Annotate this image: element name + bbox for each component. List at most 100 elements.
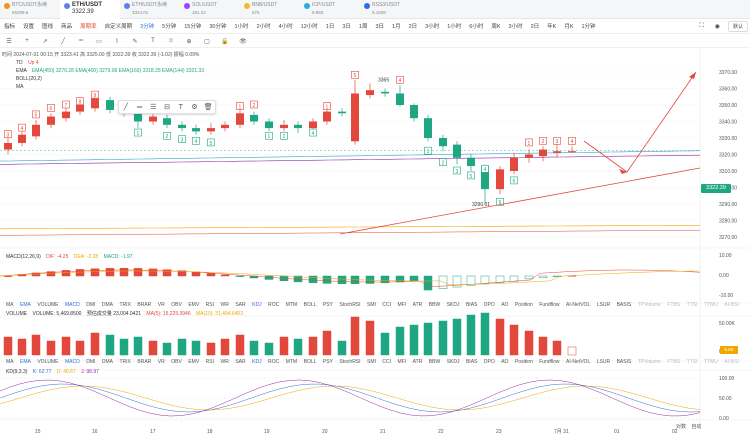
indicator-tab-ttsi[interactable]: TTSI xyxy=(687,359,698,365)
draw-tool-2-icon[interactable]: ↗ xyxy=(36,38,54,45)
toolbar-item-6[interactable]: 3分钟 xyxy=(136,22,158,30)
candle-body[interactable] xyxy=(250,114,258,122)
candle-body[interactable] xyxy=(106,100,114,110)
indicator-tab-boll[interactable]: BOLL xyxy=(304,359,317,365)
indicator-tab-macd[interactable]: MACD xyxy=(65,359,80,365)
indicator-tab-cci[interactable]: CCI xyxy=(382,359,391,365)
candle-body[interactable] xyxy=(553,151,561,153)
indicator-tab-ttsi[interactable]: TTSI xyxy=(687,302,698,308)
toolbar-item-13[interactable]: 12小时 xyxy=(297,22,322,30)
candle-body[interactable] xyxy=(381,91,389,94)
candle-body[interactable] xyxy=(294,124,302,129)
candle-body[interactable] xyxy=(467,157,475,167)
macd-label[interactable]: MACD(12,26,9) xyxy=(6,254,41,260)
indicator-tab-bbw[interactable]: BBW xyxy=(429,302,440,308)
indicator-tab-boll[interactable]: BOLL xyxy=(304,302,317,308)
boll-label[interactable]: BOLL(20,2) xyxy=(16,76,42,83)
ticker-5[interactable]: ICP/USDT 9.883 xyxy=(300,0,360,19)
toolbar-item-21[interactable]: 1小时 xyxy=(443,22,465,30)
toolbar-item-18[interactable]: 1月 xyxy=(388,22,405,30)
indicator-tab-dpo[interactable]: DPO xyxy=(484,302,495,308)
indicator-tab-dmi[interactable]: DMI xyxy=(86,302,95,308)
indicator-tab-ai-bsi[interactable]: AI-BSI xyxy=(724,359,738,365)
indicator-tab-dpo[interactable]: DPO xyxy=(484,359,495,365)
indicator-tab-ema[interactable]: EMA xyxy=(20,359,31,365)
ticker-1[interactable]: ETH/USDT 3322.39 xyxy=(60,0,120,19)
toolbar-item-11[interactable]: 2小时 xyxy=(253,22,275,30)
candle-body[interactable] xyxy=(265,121,273,129)
indicator-tab-volume[interactable]: VOLUME xyxy=(37,359,58,365)
candle-body[interactable] xyxy=(280,124,288,129)
indicator-tab-position[interactable]: Position xyxy=(515,302,533,308)
indicator-tab-volume[interactable]: VOLUME xyxy=(37,302,58,308)
indicator-tab-lsur[interactable]: LSUR xyxy=(597,302,610,308)
candle-body[interactable] xyxy=(163,118,171,125)
draw-tool-1-icon[interactable]: + xyxy=(18,38,36,44)
indicator-tab-fundflow[interactable]: Fundflow xyxy=(539,359,559,365)
log-scale-toggle[interactable]: 对数 xyxy=(676,424,686,430)
chart-canvas[interactable]: 3370.003360.003350.003340.003330.003320.… xyxy=(0,48,750,435)
indicator-tab-ema[interactable]: EMA xyxy=(20,302,31,308)
draw-tool-8-icon[interactable]: T xyxy=(144,38,162,44)
candle-body[interactable] xyxy=(134,113,142,122)
toolbar-item-8[interactable]: 15分钟 xyxy=(180,22,205,30)
indicator-tab-emv[interactable]: EMV xyxy=(188,359,199,365)
settings-icon[interactable]: ⚙ xyxy=(188,103,202,111)
draw-tool-11-icon[interactable]: ▢ xyxy=(198,38,216,45)
indicator-tab-tpvolume[interactable]: TPVolume xyxy=(638,302,661,308)
lock-icon[interactable]: ⊟ xyxy=(160,103,174,111)
auto-scale-toggle[interactable]: 自动 xyxy=(691,424,701,430)
candle-body[interactable] xyxy=(351,93,359,142)
candle-body[interactable] xyxy=(396,93,404,105)
candle-body[interactable] xyxy=(76,105,84,112)
toolbar-item-28[interactable]: 1分钟 xyxy=(577,22,599,30)
draw-tool-0-icon[interactable]: ☰ xyxy=(0,38,18,45)
indicator-tab-rsi[interactable]: RSI xyxy=(206,359,214,365)
candle-body[interactable] xyxy=(91,98,99,109)
drawing-float-toolbar[interactable]: ╱ ═ ☰ ⊟ T ⚙ 🗑 xyxy=(118,100,216,114)
text-tool-icon[interactable]: T xyxy=(174,104,188,111)
candle-body[interactable] xyxy=(510,157,518,171)
indicator-tab-vr[interactable]: VR xyxy=(158,359,165,365)
toolbar-item-1[interactable]: 设置 xyxy=(19,22,38,30)
candle-body[interactable] xyxy=(221,124,229,129)
indicator-tab-mfi[interactable]: MFI xyxy=(398,302,407,308)
draw-tool-4-icon[interactable]: ═ xyxy=(72,38,90,44)
indicator-tab-position[interactable]: Position xyxy=(515,359,533,365)
indicator-tab-atr[interactable]: ATR xyxy=(413,359,423,365)
indicator-tab-roc[interactable]: ROC xyxy=(268,359,279,365)
indicator-tab-sar[interactable]: SAR xyxy=(235,359,245,365)
indicator-tab-dma[interactable]: DMA xyxy=(102,302,113,308)
indicator-tab-mfi[interactable]: MFI xyxy=(398,359,407,365)
ticker-0[interactable]: BTC/USDT永续 65299.6 xyxy=(0,0,60,19)
candle-body[interactable] xyxy=(236,113,244,125)
chart-area[interactable]: 3370.00 3360.00 3350.00 3340.00 3330.00 3320.… xyxy=(0,48,750,435)
indicator-tab-ai-netvol[interactable]: AI-NetVOL xyxy=(566,359,590,365)
indicator-tab-stochrsi[interactable]: StochRSI xyxy=(339,359,360,365)
indicator-tab-wr[interactable]: WR xyxy=(221,302,229,308)
ticker-4[interactable]: BNB/USDT 575 xyxy=(240,0,300,19)
draw-tool-5-icon[interactable]: ▭ xyxy=(90,38,108,45)
indicator-tab-skdj[interactable]: SKDJ xyxy=(447,302,460,308)
fullscreen-icon[interactable]: ⛶ xyxy=(696,22,708,31)
indicator-tab-ao[interactable]: AO xyxy=(501,302,508,308)
toolbar-item-10[interactable]: 1小时 xyxy=(230,22,252,30)
candle-body[interactable] xyxy=(424,118,432,138)
indicator-tab-basis[interactable]: BASIS xyxy=(617,359,632,365)
ticker-2[interactable]: ETH/USDT永续 3324.01 xyxy=(120,0,180,19)
toolbar-item-2[interactable]: 图线 xyxy=(38,22,57,30)
indicator-tab-mtm[interactable]: MTM xyxy=(286,302,297,308)
indicator-tab-vr[interactable]: VR xyxy=(158,302,165,308)
candle-body[interactable] xyxy=(178,124,186,129)
line-tool-icon[interactable]: ╱ xyxy=(119,103,133,111)
indicator-tab-tpvolume[interactable]: TPVolume xyxy=(638,359,661,365)
draw-tool-12-icon[interactable]: 🔒 xyxy=(216,38,234,45)
toolbar-item-16[interactable]: 1周 xyxy=(355,22,372,30)
kd-label[interactable]: KD(9,3,3) xyxy=(6,369,27,375)
indicator-tab-roc[interactable]: ROC xyxy=(268,302,279,308)
ticker-3[interactable]: SOL/USDT 181.22 xyxy=(180,0,240,19)
chart-style-select[interactable]: 默认 xyxy=(727,21,748,32)
candle-body[interactable] xyxy=(309,121,317,129)
menu-icon[interactable]: ☰ xyxy=(146,103,160,111)
indicator-tab-ma[interactable]: MA xyxy=(6,359,14,365)
